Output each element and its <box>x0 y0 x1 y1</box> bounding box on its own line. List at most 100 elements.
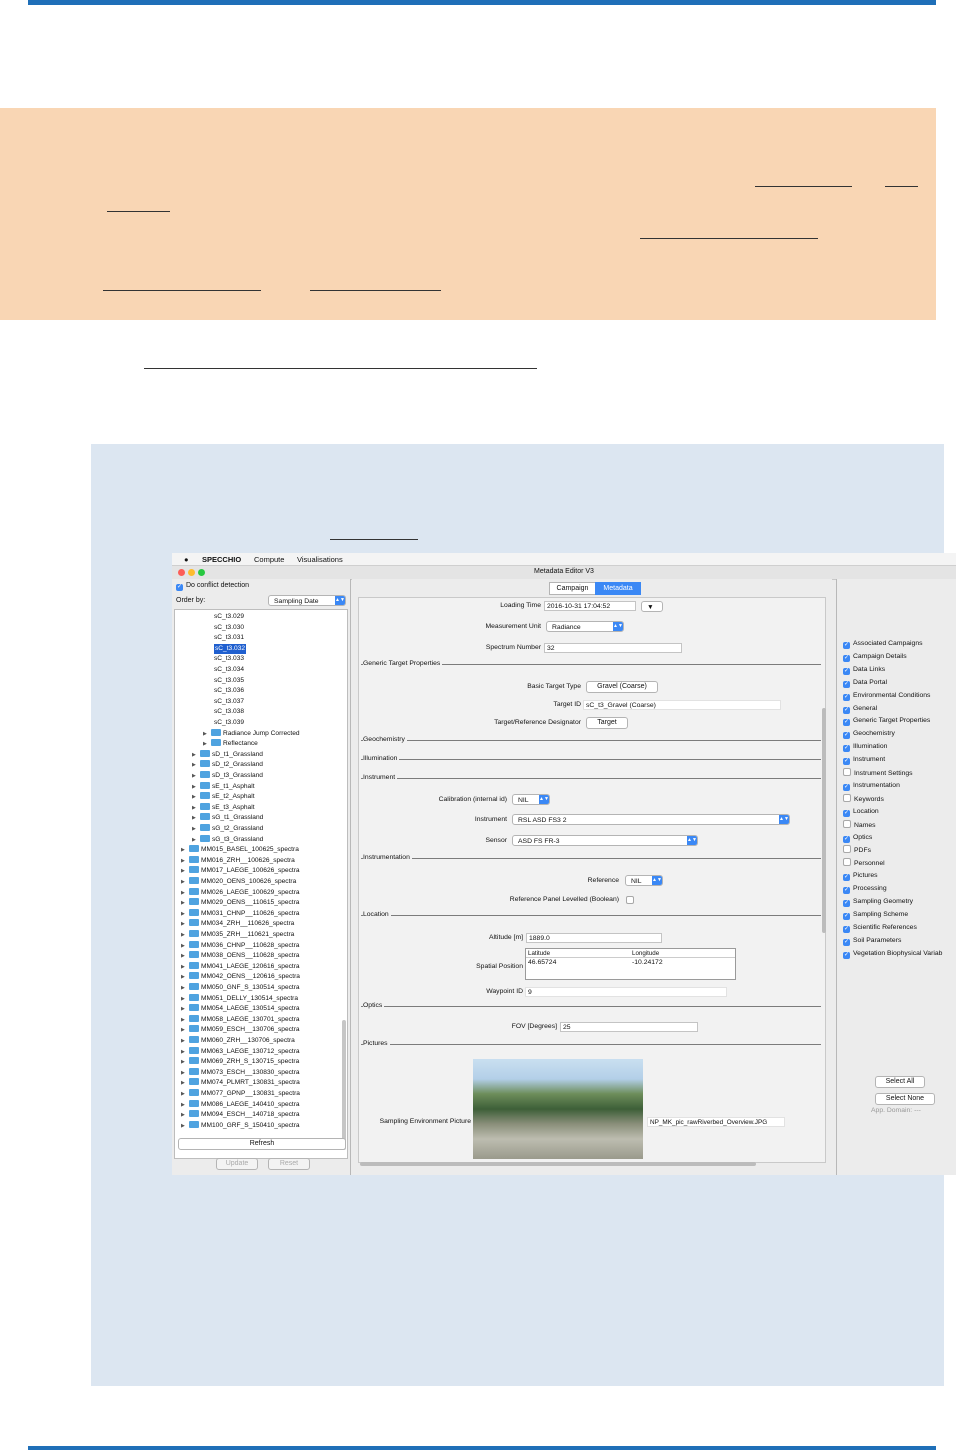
category-checkbox[interactable] <box>843 768 851 776</box>
tree-item[interactable]: sC_t3.036 <box>214 686 244 696</box>
category-checkbox[interactable]: ✓ <box>843 642 850 649</box>
target-id-field[interactable]: sC_t3_Gravel (Coarse) <box>583 700 781 710</box>
tab-metadata[interactable]: Metadata <box>595 582 641 595</box>
picture-filename-field[interactable]: NP_MK_pic_rawRiverbed_Overview.JPG <box>647 1117 785 1127</box>
category-checkbox[interactable]: ✓ <box>843 745 850 753</box>
tree-item[interactable]: ▶ MM063_LAEGE_130712_spectra <box>181 1046 300 1057</box>
expand-arrow-icon[interactable]: ▶ <box>181 1078 189 1088</box>
tree-item[interactable]: sC_t3.037 <box>214 697 244 707</box>
expand-arrow-icon[interactable]: ▶ <box>181 1068 189 1078</box>
tree-item[interactable]: ▶ MM041_LAEGE_120616_spectra <box>181 961 300 972</box>
tree-item[interactable]: ▶ MM077_GPNP__130831_spectra <box>181 1089 300 1099</box>
target-ref-button[interactable]: Target <box>586 717 628 729</box>
instrument-dropdown[interactable]: RSL ASD FS3 2 ▲▼ <box>512 814 790 825</box>
category-option[interactable]: ✓ Campaign Details <box>843 652 907 662</box>
expand-arrow-icon[interactable]: ▶ <box>181 898 189 908</box>
expand-arrow-icon[interactable]: ▶ <box>181 877 189 887</box>
category-option[interactable]: Names <box>843 819 876 830</box>
menu-visualisations[interactable]: Visualisations <box>297 555 343 564</box>
category-checkbox[interactable]: ✓ <box>843 783 850 791</box>
expand-arrow-icon[interactable]: ▶ <box>181 1057 189 1067</box>
menu-compute[interactable]: Compute <box>254 555 284 564</box>
reference-dropdown[interactable]: NIL ▲▼ <box>625 875 663 886</box>
tree-item[interactable]: ▶ MM060_ZRH__130706_spectra <box>181 1036 295 1046</box>
measurement-unit-dropdown[interactable]: Radiance ▲▼ <box>546 621 624 632</box>
tree-item[interactable]: ▶ MM026_LAEGE_100629_spectra <box>181 887 300 898</box>
tree-item[interactable]: ▶ sD_t1_Grassland <box>192 749 263 760</box>
tree-item[interactable]: ▶ sD_t2_Grassland <box>192 760 263 770</box>
tab-campaign[interactable]: Campaign <box>549 582 596 595</box>
figure-link[interactable] <box>330 539 418 540</box>
category-option[interactable]: ✓ Generic Target Properties <box>843 716 930 727</box>
expand-arrow-icon[interactable]: ▶ <box>181 888 189 898</box>
tree-item[interactable]: ▶ MM035_ZRH__110621_spectra <box>181 930 294 940</box>
menu-app[interactable]: SPECCHIO <box>202 555 241 564</box>
tree-item[interactable]: ▶ MM073_ESCH__130830_spectra <box>181 1067 300 1078</box>
category-option[interactable]: ✓ Data Portal <box>843 678 887 688</box>
category-option[interactable]: ✓ Instrument <box>843 755 885 766</box>
tree-item[interactable]: sC_t3.035 <box>214 676 244 686</box>
expand-arrow-icon[interactable]: ▶ <box>181 1025 189 1035</box>
category-checkbox[interactable]: ✓ <box>843 680 850 688</box>
category-checkbox[interactable]: ✓ <box>843 693 850 701</box>
tree-item[interactable]: ▶ MM016_ZRH__100626_spectra <box>181 855 295 866</box>
conflict-checkbox[interactable]: ✓ <box>176 584 183 591</box>
expand-arrow-icon[interactable]: ▶ <box>181 951 189 961</box>
expand-arrow-icon[interactable]: ▶ <box>181 1089 189 1099</box>
select-none-button[interactable]: Select None <box>875 1093 935 1105</box>
loading-time-field[interactable]: 2016-10-31 17:04:52 <box>544 601 636 611</box>
tree-item[interactable]: ▶ sE_t2_Asphalt <box>192 792 255 802</box>
update-button[interactable]: Update <box>216 1158 258 1170</box>
tree-item[interactable]: sC_t3.038 <box>214 707 244 717</box>
category-checkbox[interactable]: ✓ <box>843 758 850 766</box>
form-vertical-scrollbar[interactable] <box>822 708 826 933</box>
tree-item[interactable]: ▶ MM034_ZRH__110626_spectra <box>181 919 294 929</box>
tree-item[interactable]: ▶ MM042_OENS__120616_spectra <box>181 972 300 982</box>
tree-item[interactable]: ▶ MM100_GRF_S_150410_spectra <box>181 1120 300 1131</box>
expand-arrow-icon[interactable]: ▶ <box>181 1121 189 1131</box>
altitude-field[interactable]: 1889.0 <box>526 933 662 943</box>
category-option[interactable]: ✓ Associated Campaigns <box>843 639 923 649</box>
tree-item[interactable]: ▶ MM038_OENS__110628_spectra <box>181 951 299 961</box>
tree-item[interactable]: ▶ MM074_PLMRT_130831_spectra <box>181 1078 300 1088</box>
category-checkbox[interactable]: ✓ <box>843 809 850 817</box>
expand-arrow-icon[interactable]: ▶ <box>192 771 200 781</box>
category-option[interactable]: Instrument Settings <box>843 768 913 778</box>
category-checkbox[interactable]: ✓ <box>843 732 850 740</box>
tree-item[interactable]: sC_t3.034 <box>214 665 244 675</box>
spectrum-number-field[interactable]: 32 <box>544 643 682 653</box>
expand-arrow-icon[interactable]: ▶ <box>181 962 189 972</box>
sensor-dropdown[interactable]: ASD FS FR-3 ▲▼ <box>512 835 698 846</box>
expand-arrow-icon[interactable]: ▶ <box>192 750 200 760</box>
expand-arrow-icon[interactable]: ▶ <box>181 845 189 855</box>
spatial-position-table[interactable]: Latitude Longitude 46.65724 -10.24172 <box>525 948 736 980</box>
latitude-value[interactable]: 46.65724 <box>528 959 556 966</box>
fov-field[interactable]: 25 <box>560 1022 698 1032</box>
tree-item[interactable]: ▶ MM059_ESCH__130706_spectra <box>181 1025 300 1035</box>
category-checkbox[interactable]: ✓ <box>843 667 850 675</box>
tree-item[interactable]: ▶ MM054_LAEGE_130514_spectra <box>181 1004 300 1014</box>
expand-arrow-icon[interactable]: ▶ <box>181 972 189 982</box>
category-checkbox[interactable]: ✓ <box>843 835 850 843</box>
tree-item[interactable]: ▶ MM029_OENS__110615_spectra <box>181 898 299 908</box>
apple-icon[interactable]: ● <box>184 555 189 564</box>
expand-arrow-icon[interactable]: ▶ <box>181 1047 189 1057</box>
category-option[interactable]: ✓ Environmental Conditions <box>843 691 930 701</box>
expand-arrow-icon[interactable]: ▶ <box>181 941 189 951</box>
tree-item[interactable]: ▶ Radiance Jump Corrected <box>203 728 300 739</box>
expand-arrow-icon[interactable]: ▶ <box>192 813 200 823</box>
note-link-3[interactable] <box>107 211 170 212</box>
form-horizontal-scrollbar[interactable] <box>360 1162 756 1166</box>
expand-arrow-icon[interactable]: ▶ <box>181 1004 189 1014</box>
waypoint-field[interactable]: 9 <box>525 987 727 997</box>
tree-item[interactable]: ▶ MM020_OENS_100626_spectra <box>181 877 296 887</box>
expand-arrow-icon[interactable]: ▶ <box>181 919 189 929</box>
basic-target-type-button[interactable]: Gravel (Coarse) <box>586 681 658 693</box>
refresh-button[interactable]: Refresh <box>178 1138 346 1150</box>
tree-item[interactable]: ▶ sG_t2_Grassland <box>192 824 263 834</box>
tree-item[interactable]: ▶ MM017_LAEGE_100626_spectra <box>181 866 300 876</box>
expand-arrow-icon[interactable]: ▶ <box>181 1015 189 1025</box>
tree-item[interactable]: ▶ sE_t3_Asphalt <box>192 802 255 813</box>
category-checkbox[interactable] <box>843 793 851 802</box>
category-option[interactable]: ✓ General <box>843 704 877 714</box>
